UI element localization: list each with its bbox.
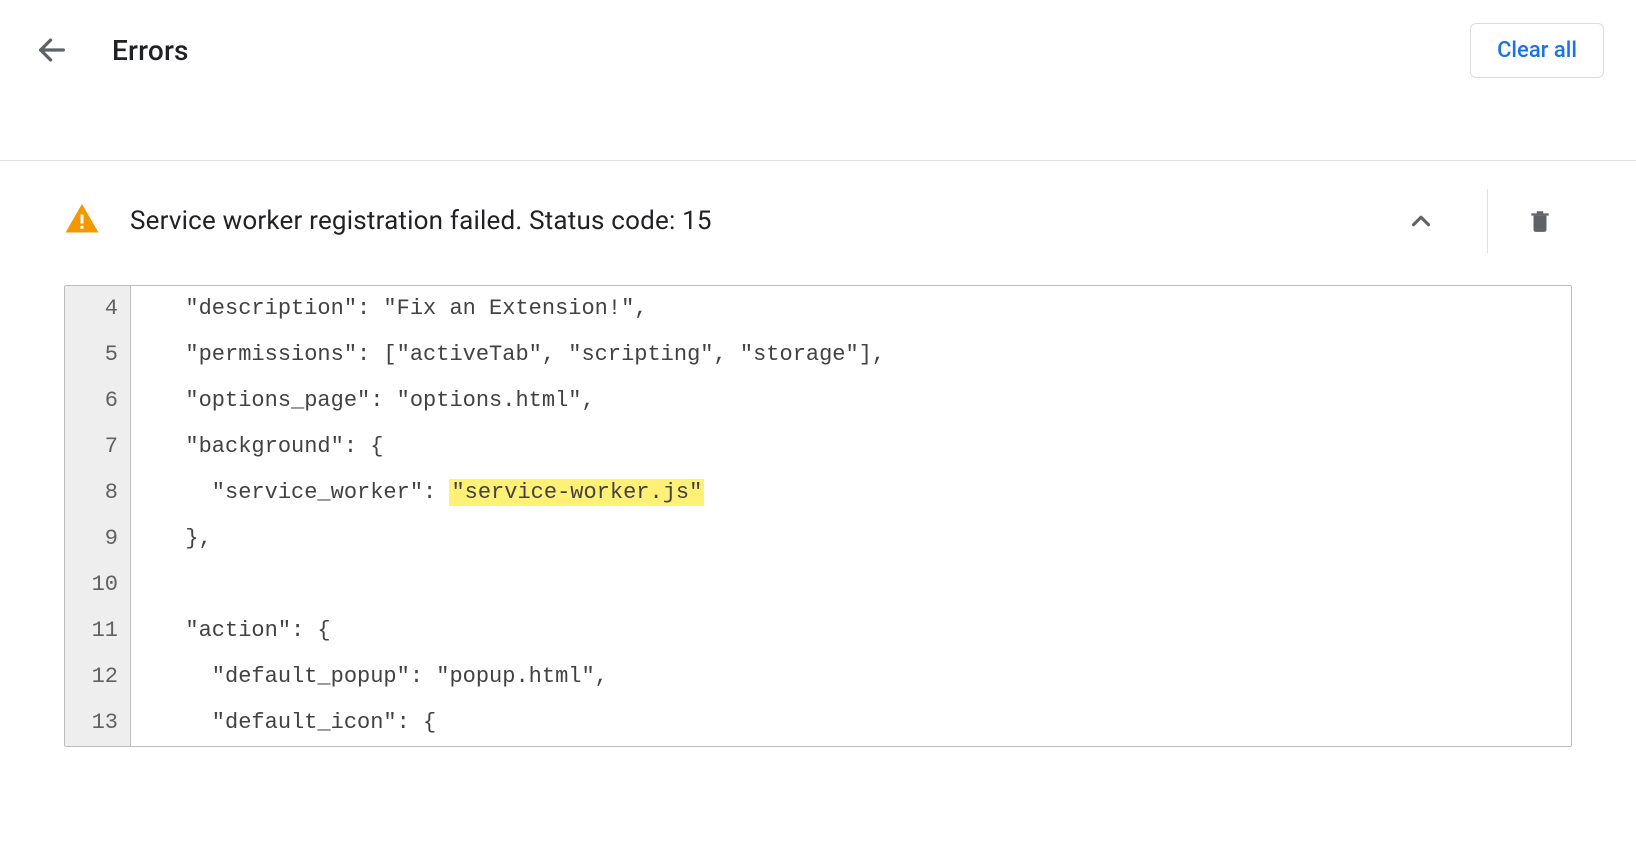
code-text: "action": {: [131, 608, 1571, 654]
warning-icon: [64, 201, 100, 241]
code-text: [131, 562, 1571, 608]
code-text: "options_page": "options.html",: [131, 378, 1571, 424]
code-text: },: [131, 516, 1571, 562]
line-number: 6: [65, 378, 131, 424]
code-line: 10: [65, 562, 1571, 608]
code-line: 13 "default_icon": {: [65, 700, 1571, 746]
page-title: Errors: [112, 34, 189, 67]
code-snippet: 4 "description": "Fix an Extension!", 5 …: [64, 285, 1572, 747]
back-button[interactable]: [28, 26, 76, 74]
code-line: 11 "action": {: [65, 608, 1571, 654]
line-number: 12: [65, 654, 131, 700]
code-line: 7 "background": {: [65, 424, 1571, 470]
code-text: "service_worker": "service-worker.js": [131, 470, 1571, 516]
line-number: 5: [65, 332, 131, 378]
code-text: "description": "Fix an Extension!",: [131, 286, 1571, 332]
line-number: 4: [65, 286, 131, 332]
page-header: Errors Clear all: [0, 0, 1636, 100]
clear-all-button[interactable]: Clear all: [1470, 23, 1604, 78]
line-number: 11: [65, 608, 131, 654]
line-number: 7: [65, 424, 131, 470]
code-text: "default_icon": {: [131, 700, 1571, 746]
code-line: 9 },: [65, 516, 1571, 562]
code-text: "permissions": ["activeTab", "scripting"…: [131, 332, 1571, 378]
line-number: 8: [65, 470, 131, 516]
content-area: Service worker registration failed. Stat…: [0, 161, 1636, 787]
line-number: 10: [65, 562, 131, 608]
vertical-divider: [1487, 189, 1488, 253]
code-line: 12 "default_popup": "popup.html",: [65, 654, 1571, 700]
code-text: "background": {: [131, 424, 1571, 470]
code-line: 6 "options_page": "options.html",: [65, 378, 1571, 424]
collapse-button[interactable]: [1397, 197, 1445, 245]
code-line: 4 "description": "Fix an Extension!",: [65, 286, 1571, 332]
line-number: 13: [65, 700, 131, 746]
line-number: 9: [65, 516, 131, 562]
code-line: 5 "permissions": ["activeTab", "scriptin…: [65, 332, 1571, 378]
code-line: 8 "service_worker": "service-worker.js": [65, 470, 1571, 516]
arrow-left-icon: [35, 33, 69, 67]
trash-icon: [1527, 208, 1553, 234]
delete-error-button[interactable]: [1516, 197, 1564, 245]
code-text: "default_popup": "popup.html",: [131, 654, 1571, 700]
chevron-up-icon: [1406, 206, 1436, 236]
error-message: Service worker registration failed. Stat…: [130, 206, 712, 236]
error-summary-row: Service worker registration failed. Stat…: [64, 161, 1572, 281]
